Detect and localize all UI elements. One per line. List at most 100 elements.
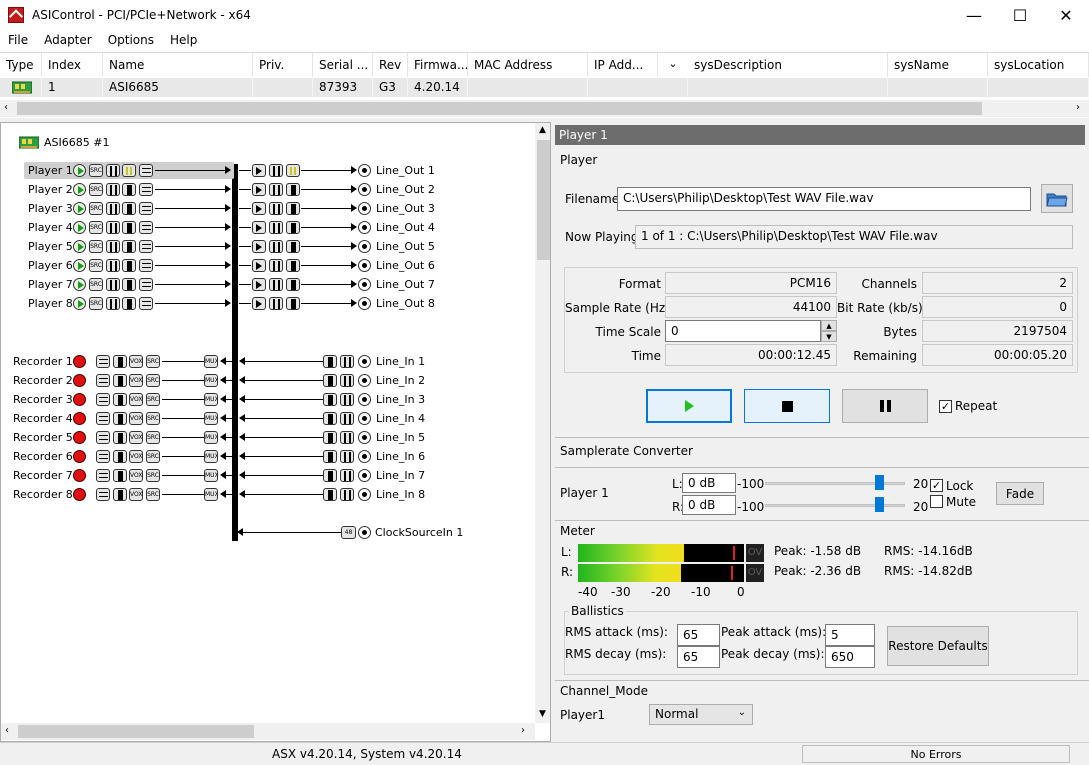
menu-help[interactable]: Help	[162, 30, 205, 52]
route-chip-icon[interactable]	[252, 164, 266, 177]
line-in-label[interactable]: Line_In 1	[376, 355, 425, 368]
port-icon[interactable]	[358, 278, 371, 291]
fade-button[interactable]: Fade	[996, 482, 1044, 505]
record-icon[interactable]	[73, 488, 86, 501]
mux-chip-icon[interactable]: MUX	[204, 374, 218, 387]
record-icon[interactable]	[73, 431, 86, 444]
line-in-label[interactable]: Line_In 8	[376, 488, 425, 501]
meter-chip-icon[interactable]	[122, 164, 136, 177]
col-type[interactable]: Type	[0, 53, 42, 77]
l-gain-slider[interactable]	[765, 482, 905, 485]
close-button[interactable]: ✕	[1043, 0, 1089, 30]
mux-chip-icon[interactable]: MUX	[204, 488, 218, 501]
src-chip-icon[interactable]: SRC	[89, 164, 103, 177]
meter-chip-icon[interactable]	[122, 278, 136, 291]
src-chip-icon[interactable]: SRC	[89, 221, 103, 234]
src-chip-icon[interactable]: SRC	[146, 412, 160, 425]
meter-chip-icon[interactable]	[323, 355, 337, 368]
col-index[interactable]: Index	[42, 53, 103, 77]
table-row[interactable]	[0, 78, 42, 97]
port-icon[interactable]	[358, 183, 371, 196]
recorder-label[interactable]: Recorder 4	[13, 412, 73, 425]
src-chip-icon[interactable]: SRC	[146, 469, 160, 482]
meter-chip-icon[interactable]	[122, 221, 136, 234]
r-gain-input[interactable]: 0 dB	[682, 495, 736, 515]
channel-chip-icon[interactable]	[96, 488, 110, 501]
meter-chip-icon[interactable]	[323, 488, 337, 501]
meter-chip-icon[interactable]	[113, 393, 127, 406]
meter-chip-icon[interactable]	[113, 488, 127, 501]
volume-chip-icon[interactable]	[269, 221, 283, 234]
volume-chip-icon[interactable]	[269, 164, 283, 177]
line-in-label[interactable]: Line_In 5	[376, 431, 425, 444]
meter-chip-icon[interactable]	[323, 374, 337, 387]
player-label[interactable]: Player 8	[28, 297, 73, 310]
port-icon[interactable]	[358, 355, 371, 368]
menu-options[interactable]: Options	[100, 30, 162, 52]
meter-chip-icon[interactable]	[323, 469, 337, 482]
volume-chip-icon[interactable]	[106, 278, 120, 291]
chevron-down-icon[interactable]: ⌄	[658, 57, 688, 75]
mux-chip-icon[interactable]: MUX	[204, 355, 218, 368]
mux-chip-icon[interactable]: MUX	[204, 393, 218, 406]
port-icon[interactable]	[358, 412, 371, 425]
repeat-checkbox[interactable]: ✓	[939, 400, 952, 413]
col-serial[interactable]: Serial ...	[313, 53, 373, 77]
src-chip-icon[interactable]: SRC	[146, 374, 160, 387]
adapter-list-scrollbar[interactable]: ‹ ›	[0, 100, 1089, 117]
meter-chip-icon[interactable]	[286, 221, 300, 234]
src-chip-icon[interactable]: SRC	[89, 202, 103, 215]
src-chip-icon[interactable]: SRC	[89, 278, 103, 291]
meter-chip-icon[interactable]	[122, 240, 136, 253]
scroll-right-icon[interactable]: ›	[1076, 102, 1080, 113]
port-icon[interactable]	[358, 221, 371, 234]
peak-attack-input[interactable]: 5	[825, 624, 875, 646]
meter-chip-icon[interactable]	[286, 259, 300, 272]
player-label[interactable]: Player 4	[28, 221, 73, 234]
rms-attack-input[interactable]: 65	[677, 624, 720, 646]
col-mac[interactable]: MAC Address	[468, 53, 588, 77]
channel-chip-icon[interactable]	[139, 221, 153, 234]
play-icon[interactable]	[73, 202, 86, 215]
meter-chip-icon[interactable]	[113, 412, 127, 425]
volume-chip-icon[interactable]	[106, 164, 120, 177]
port-icon[interactable]	[358, 431, 371, 444]
scroll-right-icon[interactable]: ›	[521, 725, 525, 736]
port-icon[interactable]	[358, 488, 371, 501]
vox-chip-icon[interactable]: VOX	[129, 355, 143, 368]
player-label[interactable]: Player 2	[28, 183, 73, 196]
lock-checkbox[interactable]: ✓	[930, 479, 943, 492]
vox-chip-icon[interactable]: VOX	[129, 393, 143, 406]
r-gain-slider-thumb[interactable]	[875, 497, 884, 512]
port-icon[interactable]	[358, 374, 371, 387]
player-label[interactable]: Player 7	[28, 278, 73, 291]
record-icon[interactable]	[73, 412, 86, 425]
channel-chip-icon[interactable]	[139, 259, 153, 272]
volume-chip-icon[interactable]	[269, 202, 283, 215]
volume-chip-icon[interactable]	[106, 183, 120, 196]
recorder-label[interactable]: Recorder 6	[13, 450, 73, 463]
recorder-label[interactable]: Recorder 2	[13, 374, 73, 387]
volume-chip-icon[interactable]	[340, 374, 354, 387]
volume-chip-icon[interactable]	[340, 355, 354, 368]
meter-chip-icon[interactable]	[286, 297, 300, 310]
player-label[interactable]: Player 3	[28, 202, 73, 215]
line-in-label[interactable]: Line_In 3	[376, 393, 425, 406]
src-chip-icon[interactable]: SRC	[146, 488, 160, 501]
clock-chip-icon[interactable]: 48	[341, 526, 356, 539]
play-icon[interactable]	[73, 278, 86, 291]
player-label[interactable]: Player 1	[28, 164, 73, 177]
vox-chip-icon[interactable]: VOX	[129, 431, 143, 444]
vox-chip-icon[interactable]: VOX	[129, 412, 143, 425]
col-sysname[interactable]: sysName	[888, 53, 988, 77]
channel-chip-icon[interactable]	[139, 240, 153, 253]
player-label[interactable]: Player 6	[28, 259, 73, 272]
port-icon[interactable]	[358, 469, 371, 482]
scroll-thumb[interactable]	[17, 102, 982, 115]
meter-chip-icon[interactable]	[122, 259, 136, 272]
route-chip-icon[interactable]	[252, 259, 266, 272]
channel-chip-icon[interactable]	[96, 431, 110, 444]
mux-chip-icon[interactable]: MUX	[204, 450, 218, 463]
line-out-label[interactable]: Line_Out 3	[376, 202, 435, 215]
line-in-label[interactable]: Line_In 6	[376, 450, 425, 463]
